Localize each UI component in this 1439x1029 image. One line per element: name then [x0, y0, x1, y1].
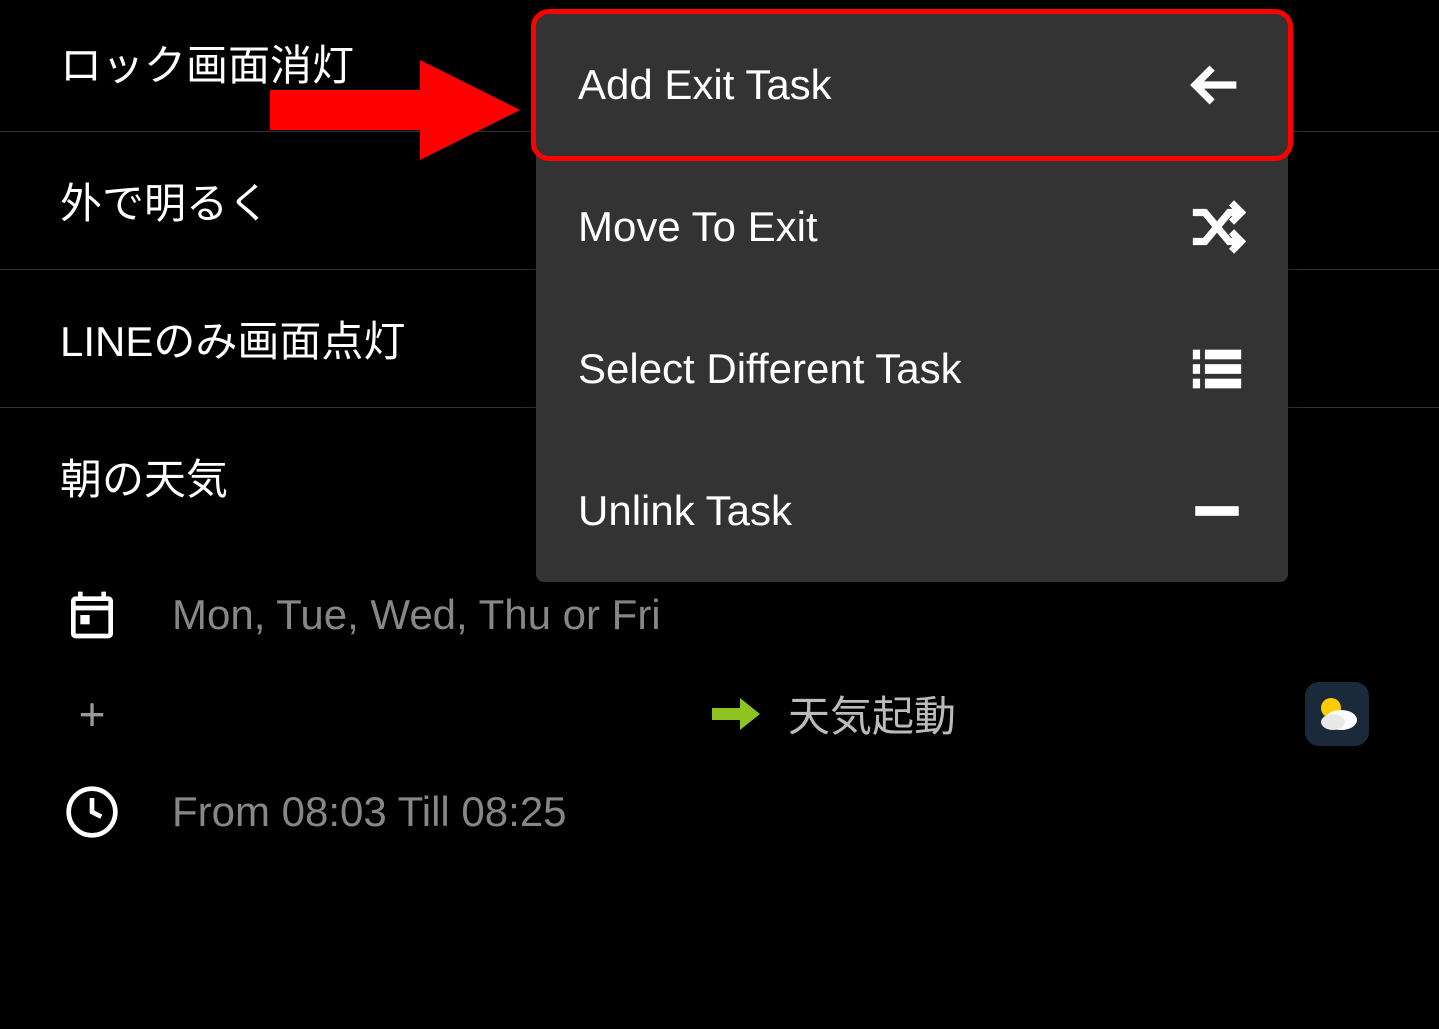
weather-app-icon[interactable] [1305, 682, 1369, 746]
calendar-icon [60, 583, 124, 647]
profile-label: 朝の天気 [60, 456, 228, 503]
list-icon [1188, 340, 1246, 398]
menu-item-unlink-task[interactable]: Unlink Task [536, 440, 1288, 582]
profile-label: 外で明るく [60, 180, 270, 227]
minus-icon [1188, 482, 1246, 540]
menu-item-label: Unlink Task [578, 487, 792, 535]
menu-item-label: Move To Exit [578, 203, 818, 251]
profile-details: Mon, Tue, Wed, Thu or Fri + 天気起動 From 08… [0, 545, 1439, 882]
schedule-days-text: Mon, Tue, Wed, Thu or Fri [172, 588, 661, 643]
menu-item-move-to-exit[interactable]: Move To Exit [536, 156, 1288, 298]
clock-icon [60, 780, 124, 844]
task-name: 天気起動 [788, 683, 956, 744]
profile-label: ロック画面消灯 [60, 42, 354, 89]
arrow-left-icon [1188, 56, 1246, 114]
task-row[interactable]: + 天気起動 [60, 665, 1379, 762]
time-range-row[interactable]: From 08:03 Till 08:25 [60, 762, 1379, 862]
context-menu: Add Exit Task Move To Exit Select Differ… [536, 14, 1288, 582]
arrow-right-icon [712, 694, 760, 734]
menu-item-add-exit-task[interactable]: Add Exit Task [531, 9, 1293, 161]
menu-item-label: Add Exit Task [578, 61, 832, 109]
profile-label: LINEのみ画面点灯 [60, 318, 405, 365]
plus-icon[interactable]: + [60, 687, 124, 741]
menu-item-label: Select Different Task [578, 345, 962, 393]
shuffle-icon [1188, 198, 1246, 256]
menu-item-select-different-task[interactable]: Select Different Task [536, 298, 1288, 440]
time-range-text: From 08:03 Till 08:25 [172, 785, 567, 840]
